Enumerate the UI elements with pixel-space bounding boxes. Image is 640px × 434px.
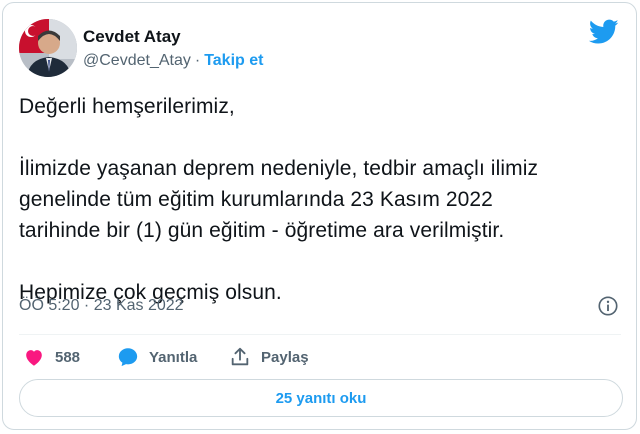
avatar[interactable] xyxy=(19,19,77,77)
tweet-line-2: genelinde tüm eğitim kurumlarında 23 Kas… xyxy=(19,188,493,211)
speech-bubble-icon xyxy=(118,348,138,367)
separator-dot: · xyxy=(194,52,201,69)
author-handle[interactable]: @Cevdet_Atay xyxy=(83,52,191,69)
heart-icon xyxy=(26,350,42,366)
avatar-image xyxy=(19,19,77,77)
twitter-bird-icon[interactable] xyxy=(589,19,619,45)
share-icon xyxy=(231,347,249,366)
read-replies-label: 25 yanıtı oku xyxy=(275,389,367,407)
author-name[interactable]: Cevdet Atay xyxy=(83,27,181,47)
tweet-card: Cevdet Atay @Cevdet_Atay · Takip et Değerl… xyxy=(2,2,637,430)
author-handle-row: @Cevdet_Atay · Takip et xyxy=(83,52,263,70)
divider xyxy=(19,334,621,335)
share-label: Paylaş xyxy=(261,348,309,366)
read-replies-button[interactable]: 25 yanıtı oku xyxy=(19,379,623,417)
follow-button[interactable]: Takip et xyxy=(204,52,263,69)
tweet-line-3: tarihinde bir (1) gün eğitim - öğretime … xyxy=(19,219,505,242)
tweet-line-1: İlimizde yaşanan deprem nedeniyle, tedbi… xyxy=(19,157,539,180)
tweet-meta: ÖÖ 5:20 · 23 Kas 2022 xyxy=(19,295,619,319)
tweet-header: Cevdet Atay @Cevdet_Atay · Takip et xyxy=(19,19,619,79)
info-icon[interactable] xyxy=(597,295,619,317)
tweet-timestamp[interactable]: ÖÖ 5:20 · 23 Kas 2022 xyxy=(19,297,184,314)
share-button[interactable]: Paylaş xyxy=(229,343,309,371)
tweet-body: Değerli hemşerilerimiz, İlimizde yaşanan… xyxy=(19,91,619,308)
like-count: 588 xyxy=(55,348,81,366)
tweet-actions: 588 Yanıtla Paylaş xyxy=(19,343,619,371)
reply-button[interactable]: Yanıtla xyxy=(117,343,197,371)
tweet-greeting: Değerli hemşerilerimiz, xyxy=(19,95,235,118)
like-button[interactable]: 588 xyxy=(23,343,80,371)
reply-label: Yanıtla xyxy=(149,348,198,366)
